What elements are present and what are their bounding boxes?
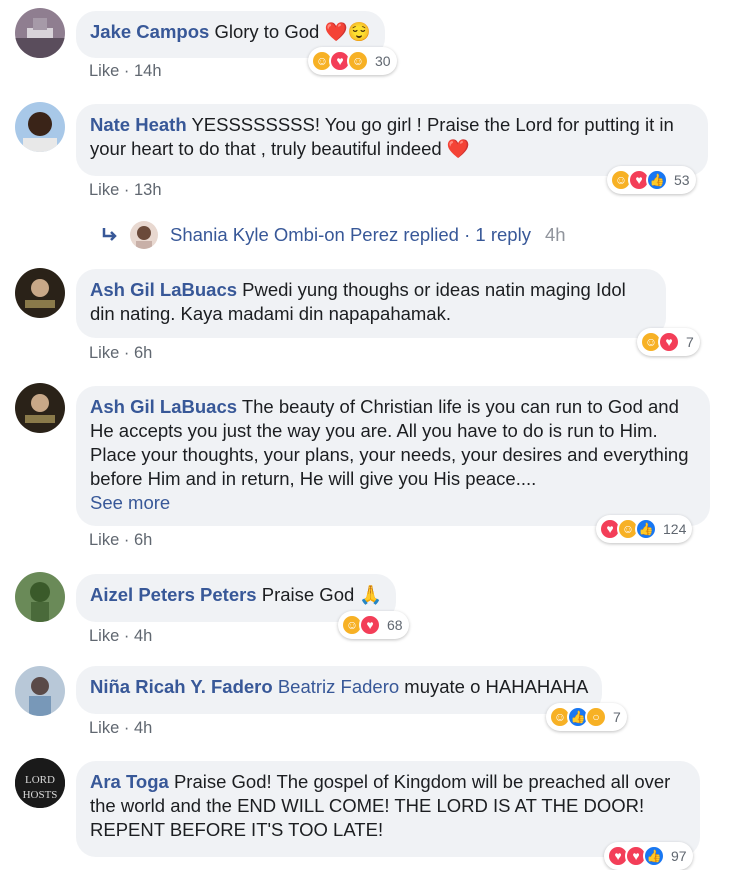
comment-meta: Like · 13h (89, 181, 162, 200)
comment-meta: Like · 4h (89, 719, 152, 738)
comment-meta: Like · 6h (89, 531, 152, 550)
comment-bubble: Ash Gil LaBuacs The beauty of Christian … (76, 386, 710, 526)
avatar[interactable] (15, 383, 65, 433)
meta-dot: · (123, 627, 130, 645)
view-replies-row[interactable]: Shania Kyle Ombi-on Perez replied · 1 re… (100, 220, 566, 250)
reaction-summary[interactable]: ☺ ♥ 68 (338, 611, 409, 639)
like-link[interactable]: Like (89, 181, 119, 199)
like-reaction-icon: 👍 (635, 518, 657, 540)
reply-arrow-icon (102, 228, 117, 241)
comment-text: muyate o HAHAHAHA (404, 676, 589, 697)
comment-meta: Like · 6h (89, 344, 152, 363)
meta-dot: · (123, 719, 130, 737)
comment-bubble: Ash Gil LaBuacs Pwedi yung thoughs or id… (76, 269, 666, 338)
comment-time[interactable]: 13h (134, 181, 162, 199)
reaction-summary[interactable]: ☺ ♥ 👍 53 (607, 166, 696, 194)
comment-time[interactable]: 6h (134, 344, 152, 362)
avatar[interactable] (15, 666, 65, 716)
reaction-count: 124 (663, 521, 687, 537)
reply-avatar (130, 221, 158, 249)
see-more-link[interactable]: See more (90, 491, 696, 515)
wow-reaction-icon: ○ (585, 706, 607, 728)
comment-text: Praise God (261, 584, 355, 605)
comment-time[interactable]: 14h (134, 62, 162, 80)
like-link[interactable]: Like (89, 344, 119, 362)
tagged-user[interactable]: Beatriz Fadero (278, 676, 399, 697)
meta-dot: · (123, 181, 130, 199)
reaction-summary[interactable]: ☺ 👍 ○ 7 (546, 703, 627, 731)
reaction-count: 7 (686, 334, 694, 350)
reaction-summary[interactable]: ♥ ♥ 👍 97 (604, 842, 693, 870)
like-link[interactable]: Like (89, 719, 119, 737)
care-reaction-icon: ☺ (347, 50, 369, 72)
reply-author[interactable]: Shania Kyle Ombi-on Perez (170, 224, 398, 246)
comment-author[interactable]: Ash Gil LaBuacs (90, 396, 237, 417)
comment-author[interactable]: Ash Gil LaBuacs (90, 279, 237, 300)
love-reaction-icon: ♥ (658, 331, 680, 353)
comment-time[interactable]: 4h (134, 627, 152, 645)
reaction-count: 30 (375, 53, 391, 69)
comment-author[interactable]: Jake Campos (90, 21, 209, 42)
reaction-summary[interactable]: ♥ ☺ 👍 124 (596, 515, 693, 543)
avatar[interactable] (15, 102, 65, 152)
pray-emoji: 🙏 (359, 584, 383, 605)
avatar[interactable]: LORD HOSTS (15, 758, 65, 808)
reaction-summary[interactable]: ☺ ♥ ☺ 30 (308, 47, 397, 75)
meta-dot: · (123, 62, 130, 80)
reply-dot: · (464, 224, 471, 245)
avatar[interactable] (15, 8, 65, 58)
comment-text: Praise God! The gospel of Kingdom will b… (90, 771, 671, 840)
like-reaction-icon: 👍 (643, 845, 665, 867)
like-link[interactable]: Like (89, 627, 119, 645)
comment-author[interactable]: Niña Ricah Y. Fadero (90, 676, 273, 697)
heart-emoji: ❤️ (446, 138, 470, 159)
comment-meta: Like · 14h (89, 62, 162, 81)
avatar[interactable] (15, 268, 65, 318)
reply-count[interactable]: 1 reply (475, 224, 531, 246)
reply-time: 4h (544, 224, 566, 245)
meta-dot: · (123, 344, 130, 362)
comment-time[interactable]: 4h (134, 719, 152, 737)
avatar-text-line1: LORD (25, 774, 55, 786)
reaction-count: 53 (674, 172, 690, 188)
comment-meta: Like · 4h (89, 627, 152, 646)
comment-author[interactable]: Ara Toga (90, 771, 169, 792)
meta-dot: · (123, 531, 130, 549)
comment-author[interactable]: Aizel Peters Peters (90, 584, 257, 605)
comment-bubble: Niña Ricah Y. Fadero Beatriz Fadero muya… (76, 666, 603, 714)
like-link[interactable]: Like (89, 531, 119, 549)
like-link[interactable]: Like (89, 62, 119, 80)
reply-action: replied (403, 224, 459, 245)
like-reaction-icon: 👍 (646, 169, 668, 191)
reaction-summary[interactable]: ☺ ♥ 7 (637, 328, 700, 356)
comment-bubble: Ara Toga Praise God! The gospel of Kingd… (76, 761, 700, 857)
comment-time[interactable]: 6h (134, 531, 152, 549)
comment-text: Glory to God (214, 21, 320, 42)
comment-author[interactable]: Nate Heath (90, 114, 187, 135)
comment-bubble: Nate Heath YESSSSSSSS! You go girl ! Pra… (76, 104, 708, 176)
heart-emoji: ❤️😌 (324, 21, 371, 42)
reaction-count: 68 (387, 617, 403, 633)
love-reaction-icon: ♥ (359, 614, 381, 636)
avatar-text-line2: HOSTS (23, 789, 58, 801)
avatar[interactable] (15, 572, 65, 622)
reaction-count: 7 (613, 709, 621, 725)
reaction-count: 97 (671, 848, 687, 864)
